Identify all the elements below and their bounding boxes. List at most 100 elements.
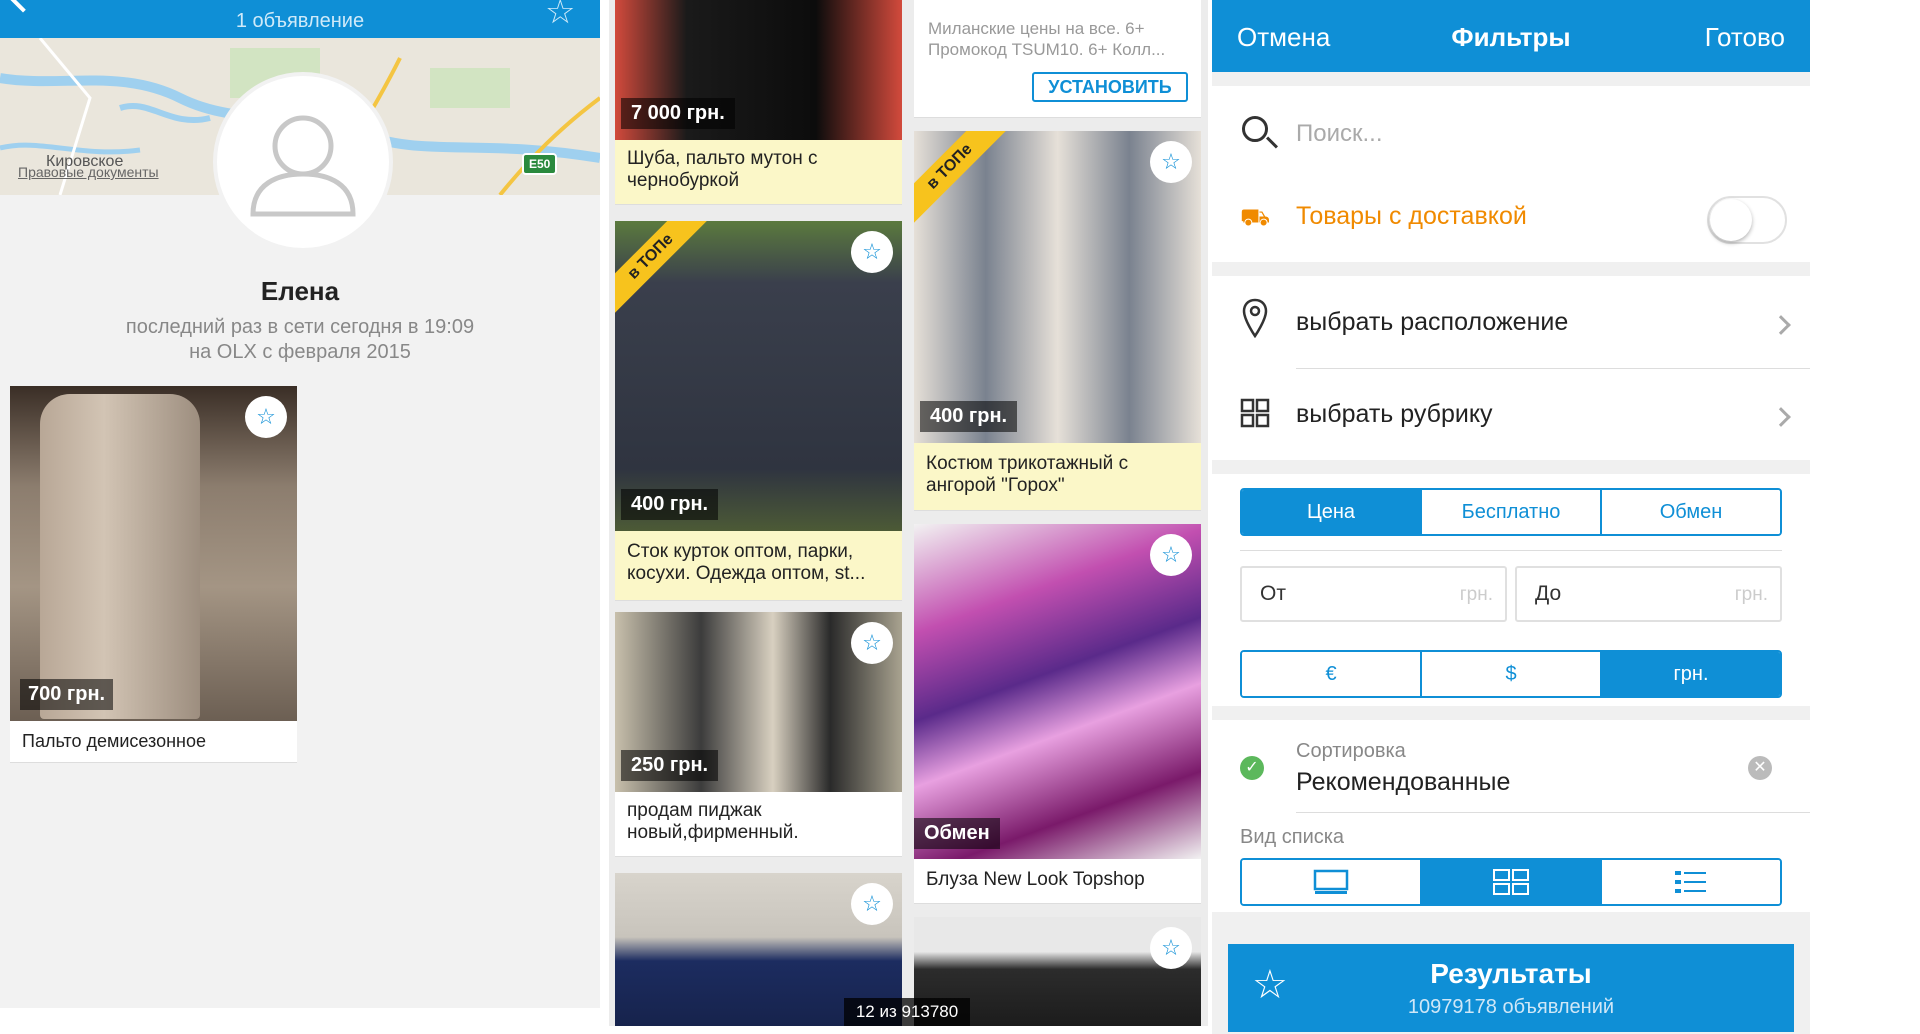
listing-card[interactable]: 7 000 грн. Шуба, пальто мутон с чернобур… (615, 0, 902, 205)
favorite-star-icon[interactable]: ☆ (851, 622, 893, 664)
view-mode-segmented (1240, 858, 1782, 906)
listing-photo (914, 524, 1201, 859)
toggle-knob (1710, 199, 1752, 241)
listing-photo (10, 386, 297, 721)
results-count: 10979178 объявлений (1407, 996, 1615, 1018)
listing-title: Сток курток оптом, парки, косухи. Одежда… (627, 541, 866, 584)
favorite-star-icon[interactable]: ☆ (851, 883, 893, 925)
listing-grid-panel: 7 000 грн. Шуба, пальто мутон с чернобур… (609, 0, 1208, 1026)
view-label: Вид списка (1240, 826, 1345, 848)
view-grid[interactable] (1422, 860, 1602, 904)
pagination-counter: 12 из 913780 (844, 998, 970, 1026)
listing-card[interactable]: ☆ 700 грн. Пальто демисезонное (10, 386, 297, 763)
listing-price: 400 грн. (920, 401, 1018, 432)
map-legal-link[interactable]: Правовые документы (18, 164, 159, 180)
clear-icon[interactable]: ✕ (1748, 756, 1772, 780)
price-to-field[interactable]: До грн. (1515, 566, 1782, 622)
results-title: Результаты (1430, 958, 1592, 989)
listing-price: 400 грн. (621, 489, 719, 520)
listing-info: продам пиджак новый,фирменный. (615, 792, 902, 856)
listing-title: продам пиджак новый,фирменный. (627, 800, 799, 843)
map-road-sign: E50 (522, 153, 558, 175)
view-list[interactable] (1602, 860, 1780, 904)
tab-free[interactable]: Бесплатно (1422, 490, 1602, 534)
currency-segmented: € $ грн. (1240, 650, 1782, 698)
listing-card[interactable]: в ТОПе ☆ 400 грн. Сток курток оптом, пар… (615, 221, 902, 601)
done-button[interactable]: Готово (1705, 22, 1785, 53)
listing-title: Шуба, пальто мутон с чернобуркой (627, 148, 818, 191)
listing-title: Блуза New Look Topshop (926, 869, 1145, 890)
listing-card[interactable]: в ТОПе ☆ 400 грн. Костюм трикотажный с а… (914, 131, 1201, 511)
grid-icon (1240, 398, 1270, 428)
price-section: Цена Бесплатно Обмен От грн. До грн. € $… (1212, 474, 1810, 706)
promo-ad-card[interactable]: Миланские цены на все. 6+ Промокод TSUM1… (914, 0, 1201, 118)
avatar (213, 72, 393, 252)
listing-card[interactable]: ☆ Обмен Блуза New Look Topshop (914, 524, 1201, 904)
favorite-star-icon[interactable]: ☆ (1150, 927, 1192, 969)
chevron-right-icon (1771, 315, 1791, 335)
tab-price[interactable]: Цена (1242, 490, 1422, 534)
tab-exchange[interactable]: Обмен (1602, 490, 1780, 534)
favorite-star-icon[interactable]: ☆ (1150, 141, 1192, 183)
currency-eur[interactable]: € (1242, 652, 1422, 696)
listing-info: Сток курток оптом, парки, косухи. Одежда… (615, 531, 902, 600)
listing-info: Блуза New Look Topshop (914, 859, 1201, 903)
price-type-segmented: Цена Бесплатно Обмен (1240, 488, 1782, 536)
divider (1296, 368, 1810, 369)
profile-header-bar: 1 объявление ☆ (0, 0, 600, 38)
price-from-label: От (1260, 582, 1286, 605)
ads-count-title: 1 объявление (235, 10, 365, 32)
install-button[interactable]: УСТАНОВИТЬ (1032, 72, 1188, 102)
price-from-unit: грн. (1459, 584, 1493, 605)
ad-text-line1: Миланские цены на все. 6+ (928, 19, 1145, 38)
location-pin-icon (1242, 298, 1268, 338)
view-grid-icon (1493, 869, 1529, 895)
listing-price: Обмен (914, 818, 1000, 849)
listing-title: Пальто демисезонное (22, 731, 206, 751)
user-placeholder-icon (250, 115, 356, 217)
seller-name: Елена (260, 276, 340, 306)
truck-icon: ⛟ (1240, 204, 1271, 231)
listing-price: 7 000 грн. (621, 98, 735, 129)
check-icon: ✓ (1240, 756, 1264, 780)
location-label: выбрать расположение (1296, 308, 1569, 336)
view-large-icon (1313, 869, 1349, 894)
chevron-right-icon (1771, 407, 1791, 427)
view-list-icon (1675, 871, 1706, 893)
selection-section: выбрать расположение выбрать рубрику (1212, 276, 1810, 460)
favorite-star-icon[interactable]: ☆ (851, 231, 893, 273)
price-to-label: До (1535, 582, 1562, 605)
sort-section: ✓ Сортировка Рекомендованные ✕ Вид списк… (1212, 720, 1810, 912)
divider (1240, 550, 1782, 551)
currency-uah[interactable]: грн. (1602, 652, 1780, 696)
seller-last-seen: последний раз в сети сегодня в 19:09 (125, 316, 475, 338)
currency-usd[interactable]: $ (1422, 652, 1602, 696)
screenshot: Кировское Правовые документы E50 1 объяв… (0, 0, 1920, 1034)
seller-member-since: на OLX с февраля 2015 (189, 341, 411, 363)
listing-price: 700 грн. (20, 679, 114, 710)
search-input[interactable]: Поиск... (1296, 120, 1383, 148)
sort-value[interactable]: Рекомендованные (1296, 768, 1510, 797)
coat-image (40, 394, 200, 719)
listing-info: Костюм трикотажный с ангорой "Горох" (914, 443, 1201, 510)
listing-price: 250 грн. (621, 750, 719, 781)
category-label: выбрать рубрику (1296, 400, 1493, 428)
listing-card[interactable]: ☆ 250 грн. продам пиджак новый,фирменный… (615, 612, 902, 857)
filters-header: Отмена Фильтры Готово (1212, 0, 1810, 72)
delivery-label: Товары с доставкой (1296, 202, 1527, 230)
price-to-unit: грн. (1734, 584, 1768, 605)
favorite-star-icon[interactable]: ☆ (1150, 534, 1192, 576)
listing-title: Костюм трикотажный с ангорой "Горох" (926, 453, 1129, 496)
star-icon[interactable]: ☆ (545, 0, 575, 32)
ad-text-line2: Промокод TSUM10. 6+ Колл... (928, 40, 1166, 59)
results-button[interactable]: ☆ Результаты 10979178 объявлений (1228, 944, 1794, 1032)
search-section: Поиск... ⛟ Товары с доставкой (1212, 86, 1810, 262)
favorite-star-icon[interactable]: ☆ (245, 396, 287, 438)
seller-profile-panel: Кировское Правовые документы E50 1 объяв… (0, 0, 600, 1008)
search-icon (1242, 116, 1268, 142)
divider (1296, 812, 1810, 813)
view-large[interactable] (1242, 860, 1422, 904)
sort-label: Сортировка (1296, 740, 1406, 762)
delivery-toggle[interactable] (1707, 196, 1787, 244)
price-from-field[interactable]: От грн. (1240, 566, 1507, 622)
